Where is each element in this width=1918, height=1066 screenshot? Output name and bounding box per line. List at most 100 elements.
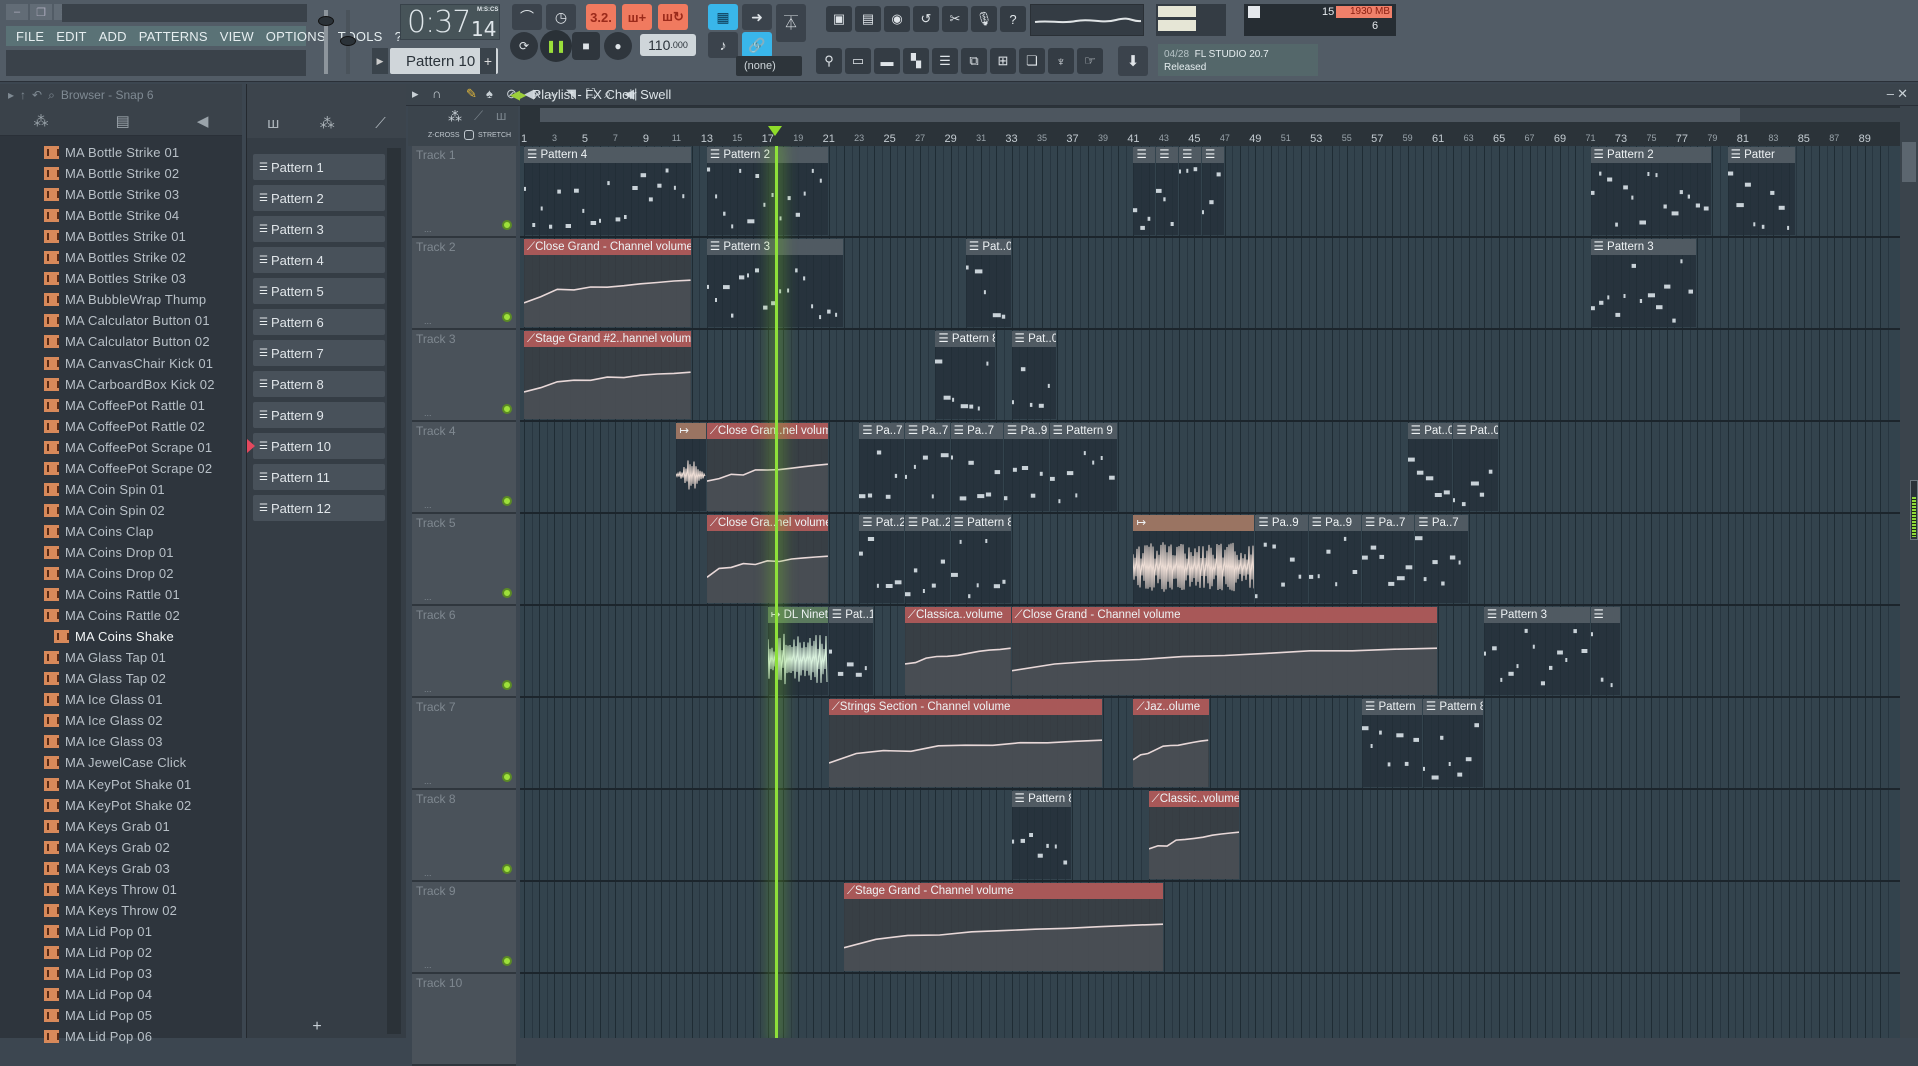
picker-scrollbar[interactable] xyxy=(387,148,401,1034)
pattern-clip[interactable]: ☰ Pat..0 xyxy=(1407,423,1453,511)
pattern-item[interactable]: ☰ Pattern 3 xyxy=(253,216,385,242)
browser-item[interactable]: MA Coins Rattle 02 xyxy=(44,605,180,626)
track-options-icon[interactable]: ... xyxy=(424,500,432,510)
browser-item[interactable]: MA BubbleWrap Thump xyxy=(44,289,206,310)
browser-item[interactable]: MA CoffeePot Scrape 02 xyxy=(44,458,212,479)
pattern-clip[interactable]: ☰ Pattern 8 xyxy=(1011,791,1072,879)
wait-record-button[interactable]: ◷ xyxy=(546,4,576,30)
pattern-clip[interactable]: ☰ Pat..2 xyxy=(904,515,950,603)
record-audio-button[interactable]: 🎙 xyxy=(971,6,997,32)
automation-clip[interactable]: ⟋Classic..volume xyxy=(1148,791,1240,879)
pattern-clip[interactable]: ☰ Pattern 2 xyxy=(1590,147,1712,235)
track-header[interactable]: Track 8... xyxy=(412,790,516,882)
menu-options[interactable]: OPTIONS xyxy=(260,29,332,44)
pattern-item[interactable]: ☰ Pattern 2 xyxy=(253,185,385,211)
save-as-button[interactable]: ▤ xyxy=(855,6,881,32)
step-edit-button[interactable]: ш+ xyxy=(622,4,652,30)
track-enable-led[interactable] xyxy=(502,680,512,690)
pattern-clip[interactable]: ☰ Pa..7 xyxy=(904,423,950,511)
browser-item[interactable]: MA Glass Tap 02 xyxy=(44,668,166,689)
pattern-clip[interactable]: ☰ Pattern 3 xyxy=(1483,607,1590,695)
track-header[interactable]: Track 5... xyxy=(412,514,516,606)
automation-clip[interactable]: ⟋Close Grand - Channel volume xyxy=(1011,607,1438,695)
browser-item[interactable]: MA Keys Throw 01 xyxy=(44,879,177,900)
close-playlist-icon[interactable]: ✕ xyxy=(1897,86,1908,102)
pattern-clip[interactable]: ☰ Pattern 8 xyxy=(1422,699,1483,787)
audio-clip-icon[interactable]: ⁂ xyxy=(448,108,462,125)
tempo-display[interactable]: 110.000 xyxy=(640,34,696,56)
menu-file[interactable]: FILE xyxy=(10,29,50,44)
pattern-item[interactable]: ☰ Pattern 10 xyxy=(247,433,385,459)
audio-clip[interactable]: ↦ xyxy=(1133,515,1255,603)
pattern-clip[interactable]: ☰ Pa..9 xyxy=(1255,515,1308,603)
pattern-icon[interactable]: ш xyxy=(496,108,506,123)
automation-clip[interactable]: ⟋Stage Grand - Channel volume xyxy=(843,883,1163,971)
zcross-toggle[interactable] xyxy=(464,130,474,140)
menu-patterns[interactable]: PATTERNS xyxy=(133,29,214,44)
patterns-tab-icon[interactable]: ш xyxy=(267,115,279,132)
loop-record-button[interactable]: ш↻ xyxy=(658,4,688,30)
news-panel[interactable]: 04/28 FL STUDIO 20.7 Released xyxy=(1158,44,1318,76)
pattern-clip[interactable]: ☰ Pa..7 xyxy=(1361,515,1415,603)
cut-button[interactable]: ✂ xyxy=(942,6,968,32)
plugin-picker-button[interactable]: ⧉ xyxy=(961,48,987,74)
playlist-menu-icon[interactable]: ▸ xyxy=(412,86,419,102)
track-header[interactable]: Track 2... xyxy=(412,238,516,330)
pattern-clip[interactable]: ☰ Pa..9 xyxy=(1308,515,1361,603)
pattern-item[interactable]: ☰ Pattern 9 xyxy=(253,402,385,428)
pattern-clip[interactable]: ☰ Pattern 8 xyxy=(950,515,1011,603)
countdown-button[interactable]: 3.2. xyxy=(586,4,616,30)
playlist-button[interactable]: ⚲ xyxy=(816,48,842,74)
stop-button[interactable]: ■ xyxy=(572,32,600,60)
pattern-clip[interactable]: ☰ xyxy=(1133,147,1156,235)
vertical-scrollbar[interactable] xyxy=(1900,106,1918,1038)
pattern-clip[interactable]: ☰ Pattern 2 xyxy=(706,147,828,235)
browser-item[interactable]: MA Ice Glass 03 xyxy=(44,731,163,752)
vertical-scroll-thumb[interactable] xyxy=(1902,142,1916,182)
restore-icon[interactable]: ❐ xyxy=(30,4,52,20)
track-enable-led[interactable] xyxy=(502,404,512,414)
browser-item[interactable]: MA CoffeePot Rattle 01 xyxy=(44,395,205,416)
help-button[interactable]: ? xyxy=(1000,6,1026,32)
track-header[interactable]: Track 4... xyxy=(412,422,516,514)
project-tree-button[interactable]: ⊞ xyxy=(990,48,1016,74)
browser-item[interactable]: MA Ice Glass 02 xyxy=(44,710,163,731)
mixer-button[interactable]: ▚ xyxy=(903,48,929,74)
pattern-clip[interactable]: ☰ xyxy=(1179,147,1201,235)
track-enable-led[interactable] xyxy=(502,496,512,506)
audio-clip[interactable]: ↦ xyxy=(676,423,706,511)
add-pattern-button[interactable]: + xyxy=(480,48,496,74)
track-header[interactable]: Track 7... xyxy=(412,698,516,790)
browser-item[interactable]: MA Bottles Strike 03 xyxy=(44,268,186,289)
menu-view[interactable]: VIEW xyxy=(214,29,260,44)
back-icon[interactable]: ↶ xyxy=(32,88,42,102)
browser-item[interactable]: MA JewelCase Click xyxy=(44,752,186,773)
browser-item[interactable]: MA CoffeePot Scrape 01 xyxy=(44,437,212,458)
pattern-selector-arrow[interactable]: ▶ xyxy=(372,48,388,74)
master-pitch-handle[interactable] xyxy=(340,36,356,46)
track-enable-led[interactable] xyxy=(502,956,512,966)
pattern-clip[interactable]: ☰ xyxy=(1156,147,1179,235)
automation-clip[interactable]: ⟋Close Grand - Channel volume xyxy=(524,239,691,327)
pattern-clip[interactable]: ☰ xyxy=(1590,607,1620,695)
browser-item[interactable]: MA Bottle Strike 04 xyxy=(44,205,179,226)
browser-item[interactable]: MA Coins Drop 02 xyxy=(44,563,174,584)
audio-filter-icon[interactable]: ⁂ xyxy=(34,112,49,130)
loop-mode-button[interactable]: ⟳ xyxy=(510,32,538,60)
track-header[interactable]: Track 10 xyxy=(412,974,516,1066)
horizontal-scrollbar[interactable] xyxy=(540,108,1900,122)
piano-roll-button[interactable]: ▬ xyxy=(874,48,900,74)
browser-item[interactable]: MA Lid Pop 05 xyxy=(44,1005,152,1026)
pattern-clip[interactable]: ☰ Pattern 8 xyxy=(935,331,996,419)
track-options-icon[interactable]: ... xyxy=(424,408,432,418)
track-header[interactable]: Track 9... xyxy=(412,882,516,974)
browser-item[interactable]: MA Lid Pop 03 xyxy=(44,963,152,984)
browser-item[interactable]: MA Glass Tap 01 xyxy=(44,647,166,668)
save-button[interactable]: ▣ xyxy=(826,6,852,32)
pattern-item[interactable]: ☰ Pattern 8 xyxy=(253,371,385,397)
pattern-clip[interactable]: ☰ Patter xyxy=(1727,147,1796,235)
browser-item[interactable]: MA Lid Pop 01 xyxy=(44,921,152,942)
pattern-item[interactable]: ☰ Pattern 5 xyxy=(253,278,385,304)
browser-item[interactable]: MA CarboardBox Kick 02 xyxy=(44,374,215,395)
browser-item[interactable]: MA Coin Spin 01 xyxy=(44,479,165,500)
